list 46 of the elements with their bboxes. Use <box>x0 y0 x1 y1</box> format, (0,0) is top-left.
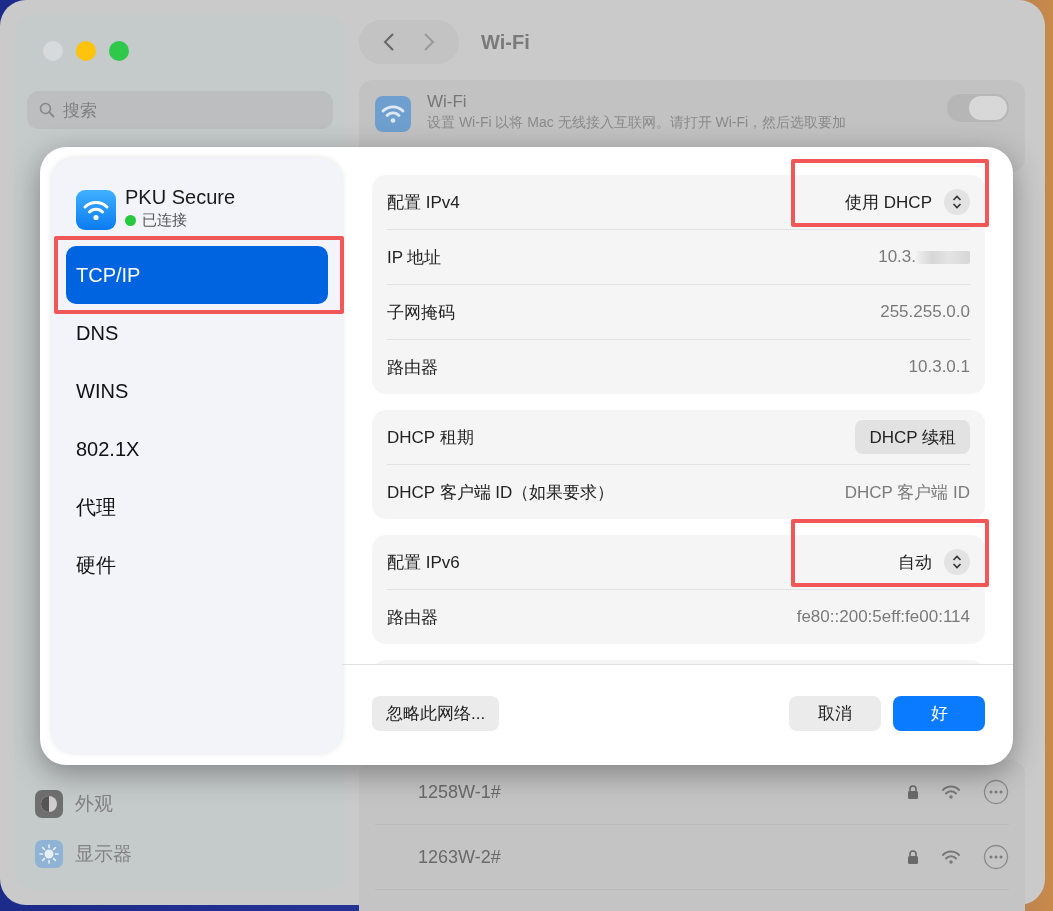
sidebar-tab[interactable]: WINS <box>66 362 328 420</box>
more-icon[interactable] <box>983 844 1009 870</box>
row-label: DHCP 客户端 ID（如果要求） <box>387 481 615 504</box>
stepper-icon <box>944 549 970 575</box>
wifi-toggle[interactable] <box>947 94 1009 122</box>
stepper-icon <box>944 189 970 215</box>
wifi-label: Wi-Fi <box>427 92 468 112</box>
row-value: 10.3.0.1 <box>908 357 970 377</box>
zoom-button[interactable] <box>109 41 129 61</box>
wifi-icon <box>76 190 116 230</box>
row-label: 配置 IPv4 <box>387 191 460 214</box>
wifi-signal-icon <box>941 784 961 800</box>
network-name: PKU Secure <box>125 186 236 209</box>
forward-icon <box>423 32 435 52</box>
connection-status: 已连接 <box>142 211 187 230</box>
back-icon <box>383 32 395 52</box>
minimize-button[interactable] <box>76 41 96 61</box>
row-value: fe80::200:5eff:fe00:114 <box>796 607 970 627</box>
action-button[interactable]: 忽略此网络... <box>372 695 500 731</box>
appearance-icon <box>35 790 63 818</box>
row-value: DHCP 客户端 ID <box>844 481 970 504</box>
renew-button[interactable]: DHCP 续租 <box>855 420 970 454</box>
action-button[interactable]: 取消 <box>789 695 881 731</box>
more-icon[interactable] <box>983 779 1009 805</box>
row-label: 配置 IPv6 <box>387 551 460 574</box>
sidebar-tab[interactable]: 代理 <box>66 478 328 536</box>
row-value: 10.3. <box>878 247 916 267</box>
row-label: 子网掩码 <box>387 301 455 324</box>
row-value: 255.255.0.0 <box>880 302 970 322</box>
sidebar-tab[interactable]: 802.1X <box>66 420 328 478</box>
wifi-signal-icon <box>941 849 961 865</box>
sun-icon <box>35 840 63 868</box>
sidebar-tab[interactable]: 硬件 <box>66 536 328 594</box>
row-label: 路由器 <box>387 606 438 629</box>
navigation-buttons[interactable] <box>359 20 459 64</box>
window-title: Wi-Fi <box>481 30 530 54</box>
row-label: IP 地址 <box>387 246 442 269</box>
sidebar-tab[interactable]: DNS <box>66 304 328 362</box>
ok-button[interactable]: 好 <box>893 695 985 731</box>
wifi-icon <box>375 96 411 132</box>
search-icon <box>39 102 55 118</box>
popup-menu[interactable]: 使用 DHCP <box>845 189 970 215</box>
row-label: 路由器 <box>387 356 438 379</box>
sidebar-tab[interactable]: TCP/IP <box>66 246 328 304</box>
row-label: DHCP 租期 <box>387 426 474 449</box>
popup-menu[interactable]: 自动 <box>898 549 970 575</box>
